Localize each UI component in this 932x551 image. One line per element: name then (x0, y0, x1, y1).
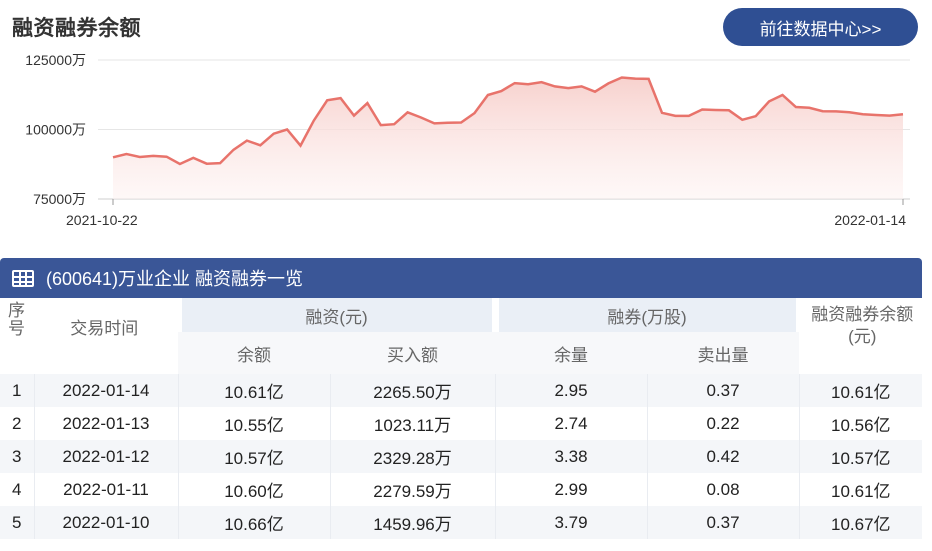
cell-total: 10.57亿 (798, 440, 923, 473)
cell-sec-sell: 0.42 (646, 440, 800, 473)
y-tick-label: 125000万 (25, 52, 86, 68)
cell-fin-buy: 1023.11万 (329, 407, 496, 440)
cell-seq: 2 (0, 407, 34, 440)
table-title: (600641)万业企业 融资融券一览 (46, 269, 304, 289)
table-row: 3 2022-01-12 10.57亿 2329.28万 3.38 0.42 10.57亿 (0, 440, 923, 473)
cell-total: 10.56亿 (798, 407, 923, 440)
cell-sec-balance: 2.74 (494, 407, 648, 440)
cell-fin-balance: 10.57亿 (177, 440, 330, 473)
cell-sec-sell: 0.22 (646, 407, 800, 440)
col-sec-balance-header: 余量 (495, 332, 648, 374)
cell-fin-balance: 10.66亿 (177, 506, 330, 539)
cell-fin-balance: 10.55亿 (177, 407, 330, 440)
cell-fin-buy: 2329.28万 (329, 440, 496, 473)
cell-fin-balance: 10.60亿 (177, 473, 330, 506)
col-fin-buy-header: 买入额 (330, 332, 496, 374)
financing-group-header: 融资(元) (174, 298, 499, 332)
y-tick-label: 75000万 (33, 191, 86, 207)
table-row: 1 2022-01-14 10.61亿 2265.50万 2.95 0.37 10.61亿 (0, 374, 923, 407)
x-tick-label: 2021-10-22 (66, 212, 138, 228)
cell-sec-sell: 0.08 (646, 473, 800, 506)
go-to-data-center-button[interactable]: 前往数据中心>> (723, 8, 918, 46)
cell-date: 2022-01-12 (33, 440, 178, 473)
cell-fin-buy: 2265.50万 (329, 374, 496, 407)
col-date-header: 交易时间 (70, 319, 139, 338)
securities-lending-group-header: 融券(万股) (491, 298, 803, 332)
margin-balance-chart: 125000万 100000万 75000万 2021-10-22 2022-01-1… (25, 52, 910, 228)
cell-date: 2022-01-10 (33, 506, 178, 539)
cell-fin-balance: 10.61亿 (177, 374, 330, 407)
cell-seq: 3 (0, 440, 34, 473)
cell-sec-sell: 0.37 (646, 506, 800, 539)
cell-fin-buy: 1459.96万 (329, 506, 496, 539)
col-fin-balance-header: 余额 (178, 332, 330, 374)
cell-sec-balance: 2.99 (494, 473, 648, 506)
table-header-bar: (600641)万业企业 融资融券一览 (0, 258, 922, 298)
cell-total: 10.61亿 (798, 473, 923, 506)
cell-sec-balance: 2.95 (494, 374, 648, 407)
table-grid-icon (12, 269, 34, 287)
y-tick-label: 100000万 (25, 122, 86, 138)
table-row: 4 2022-01-11 10.60亿 2279.59万 2.99 0.08 10.61亿 (0, 473, 923, 506)
margin-trading-table: 序号 交易时间 融资(元) 融券(万股) 融资融券余额(元) 余额 买入额 余量… (0, 298, 923, 539)
page-title: 融资融券余额 (12, 17, 141, 40)
col-seq-header: 序号 (8, 301, 25, 338)
cell-total: 10.61亿 (798, 374, 923, 407)
cell-sec-balance: 3.38 (494, 440, 648, 473)
cell-date: 2022-01-13 (33, 407, 178, 440)
cell-sec-balance: 3.79 (494, 506, 648, 539)
cell-sec-sell: 0.37 (646, 374, 800, 407)
cell-seq: 1 (0, 374, 34, 407)
cell-fin-buy: 2279.59万 (329, 473, 496, 506)
col-sec-sell-header: 卖出量 (647, 332, 800, 374)
table-row: 5 2022-01-10 10.66亿 1459.96万 3.79 0.37 10.67亿 (0, 506, 923, 539)
x-tick-label: 2022-01-14 (834, 212, 906, 228)
cell-seq: 5 (0, 506, 34, 539)
table-row: 2 2022-01-13 10.55亿 1023.11万 2.74 0.22 10.56亿 (0, 407, 923, 440)
cell-seq: 4 (0, 473, 34, 506)
col-total-header: 融资融券余额(元) (811, 305, 914, 346)
cell-total: 10.67亿 (798, 506, 923, 539)
cell-date: 2022-01-11 (33, 473, 178, 506)
cell-date: 2022-01-14 (33, 374, 178, 407)
